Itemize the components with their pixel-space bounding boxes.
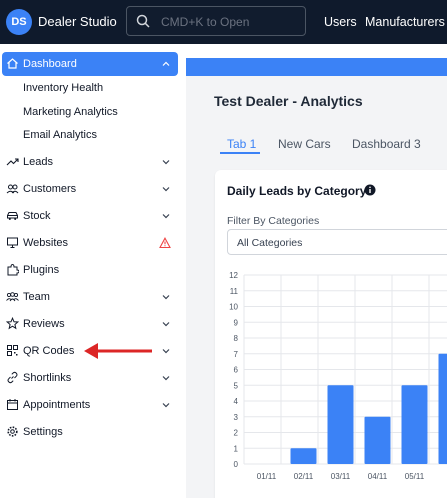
top-bar: DS Dealer Studio CMD+K to Open Users Man… (0, 0, 447, 44)
sidebar-item-label: Reviews (23, 318, 65, 330)
sidebar: Dashboard Inventory Health Marketing Ana… (0, 44, 186, 498)
y-tick-label: 5 (234, 381, 239, 390)
chevron-down-icon[interactable] (161, 157, 171, 167)
chevron-down-icon[interactable] (161, 346, 171, 356)
sidebar-item-label: Websites (23, 237, 69, 249)
card-title: Daily Leads by Category (227, 184, 367, 198)
sidebar-item-label: Dashboard (23, 58, 77, 70)
y-tick-label: 1 (234, 444, 239, 453)
car-icon (7, 212, 18, 220)
calendar-icon (7, 399, 18, 410)
sidebar-subitem-inventory-health[interactable]: Inventory Health (23, 82, 103, 94)
monitor-icon (7, 237, 18, 248)
page-title: Test Dealer - Analytics (214, 93, 363, 109)
y-tick-label: 12 (229, 271, 238, 280)
sidebar-item-label: Settings (23, 426, 63, 438)
home-icon (7, 58, 18, 69)
app-logo[interactable]: DS (6, 9, 32, 35)
chevron-down-icon[interactable] (161, 373, 171, 383)
bar[interactable] (327, 385, 354, 464)
sidebar-item-label: Leads (23, 156, 53, 168)
filter-label: Filter By Categories (227, 215, 320, 227)
sidebar-item-websites[interactable]: Websites (2, 231, 178, 255)
sidebar-item-shortlinks[interactable]: Shortlinks (2, 366, 178, 390)
link-icon (7, 371, 18, 384)
sidebar-item-label: Stock (23, 210, 51, 222)
warning-icon (159, 237, 171, 249)
bar[interactable] (438, 353, 447, 464)
search-input[interactable]: CMD+K to Open (126, 6, 306, 36)
chevron-down-icon[interactable] (161, 184, 171, 194)
y-tick-label: 2 (234, 429, 239, 438)
x-tick-label: 05/11 (405, 472, 425, 481)
sidebar-item-team[interactable]: Team (2, 285, 178, 309)
y-tick-label: 7 (234, 350, 239, 359)
x-tick-label: 04/11 (368, 472, 388, 481)
sidebar-item-label: Plugins (23, 264, 60, 276)
puzzle-icon (7, 263, 19, 276)
y-tick-label: 11 (230, 287, 239, 296)
sidebar-item-label: Shortlinks (23, 372, 72, 384)
x-tick-label: 01/11 (257, 472, 277, 481)
sidebar-item-reviews[interactable]: Reviews (2, 312, 178, 336)
y-tick-label: 9 (234, 318, 239, 327)
trend-icon (6, 158, 19, 166)
header-band (186, 58, 447, 76)
x-tick-label: 03/11 (331, 472, 351, 481)
bar[interactable] (290, 448, 317, 464)
sidebar-item-appointments[interactable]: Appointments (2, 393, 178, 417)
y-tick-label: 0 (234, 460, 239, 469)
chevron-down-icon[interactable] (161, 319, 171, 329)
sidebar-item-customers[interactable]: Customers (2, 177, 178, 201)
search-placeholder: CMD+K to Open (161, 15, 250, 29)
active-tab-indicator (220, 152, 260, 154)
nav-users[interactable]: Users (324, 15, 357, 29)
search-icon (136, 14, 150, 28)
y-tick-label: 4 (234, 397, 239, 406)
tab-new-cars[interactable]: New Cars (278, 137, 331, 151)
y-tick-label: 6 (234, 366, 239, 375)
y-tick-label: 3 (234, 413, 239, 422)
info-icon[interactable] (364, 184, 376, 196)
annotation-arrow (84, 343, 152, 359)
y-tick-label: 8 (234, 334, 239, 343)
chevron-up-icon[interactable] (161, 59, 171, 69)
star-icon (6, 317, 19, 330)
sidebar-subitem-email-analytics[interactable]: Email Analytics (23, 129, 97, 141)
select-value: All Categories (237, 237, 303, 249)
chevron-down-icon[interactable] (161, 211, 171, 221)
sidebar-item-settings[interactable]: Settings (2, 420, 178, 444)
app-title[interactable]: Dealer Studio (38, 14, 117, 29)
sidebar-item-dashboard[interactable]: Dashboard (2, 52, 178, 76)
x-tick-label: 02/11 (294, 472, 314, 481)
chevron-down-icon[interactable] (161, 400, 171, 410)
tab-dashboard-3[interactable]: Dashboard 3 (352, 137, 421, 151)
qr-icon (7, 345, 18, 356)
y-tick-label: 10 (229, 303, 238, 312)
sidebar-item-label: Customers (23, 183, 77, 195)
nav-manufacturers[interactable]: Manufacturers (365, 15, 445, 29)
sidebar-item-leads[interactable]: Leads (2, 150, 178, 174)
sidebar-item-label: Appointments (23, 399, 91, 411)
sidebar-item-plugins[interactable]: Plugins (2, 258, 178, 282)
tab-1[interactable]: Tab 1 (227, 137, 256, 151)
bar[interactable] (364, 416, 391, 464)
chevron-down-icon[interactable] (161, 292, 171, 302)
team-icon (6, 292, 19, 302)
sidebar-item-stock[interactable]: Stock (2, 204, 178, 228)
users-icon (6, 184, 19, 194)
gear-icon (7, 426, 18, 437)
bar-chart: 012345678910111201/11 02/11 03/11 04/11 05/1… (229, 271, 447, 481)
category-filter-select[interactable]: All Categories (227, 229, 447, 255)
sidebar-item-label: QR Codes (23, 345, 75, 357)
sidebar-item-label: Team (23, 291, 50, 303)
sidebar-subitem-marketing-analytics[interactable]: Marketing Analytics (23, 106, 118, 118)
bar[interactable] (401, 385, 428, 464)
